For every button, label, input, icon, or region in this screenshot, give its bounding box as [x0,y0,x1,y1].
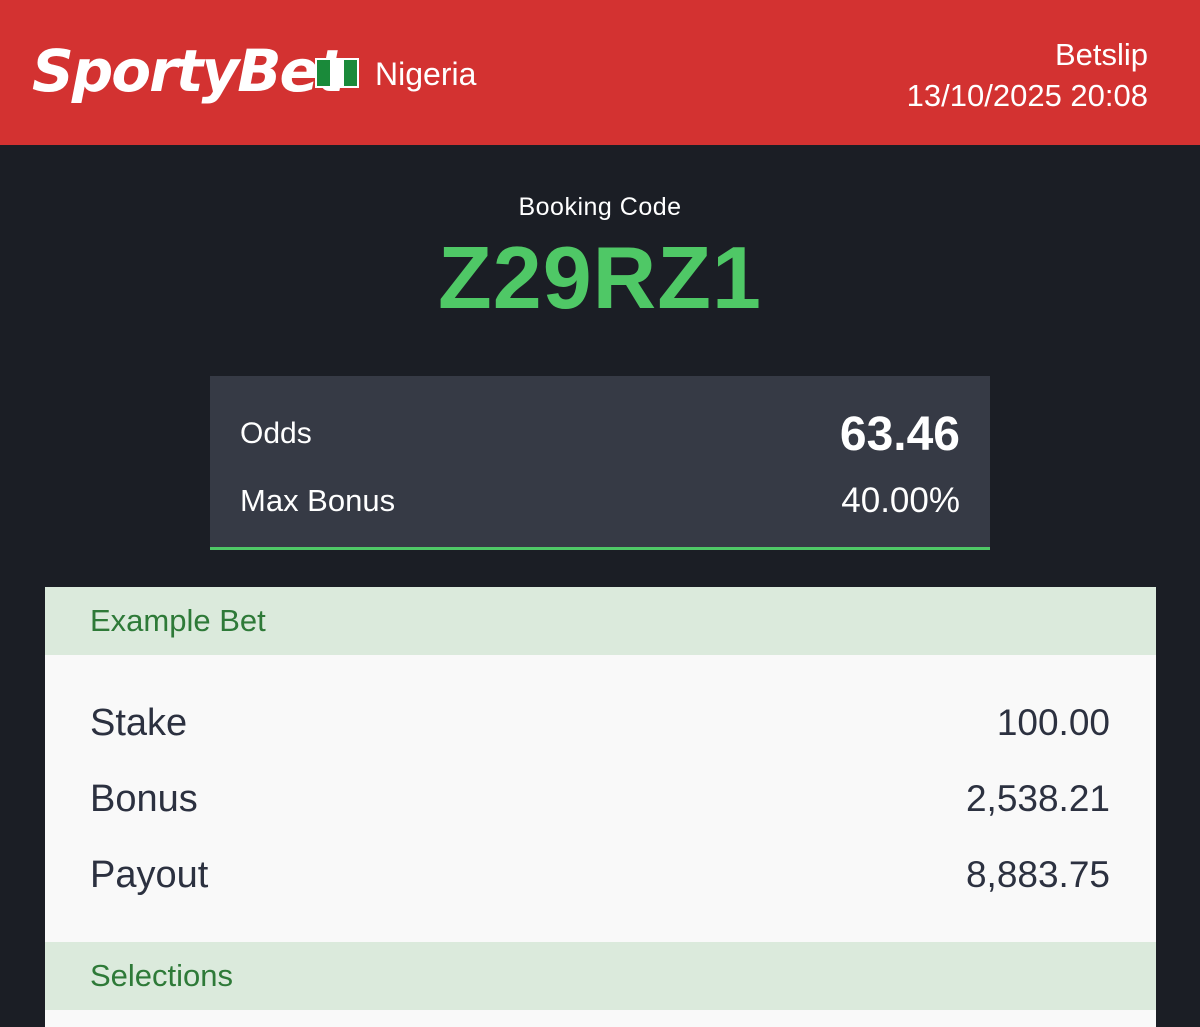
bonus-row: Bonus 2,538.21 [90,774,1110,824]
sportybet-logo[interactable]: SportyBet [32,36,345,106]
page-label: Betslip [1054,37,1148,72]
max-bonus-row: Max Bonus 40.00% [240,476,960,526]
odds-value: 63.46 [839,407,960,461]
nigeria-flag-icon [315,58,359,88]
max-bonus-label: Max Bonus [240,483,396,518]
booking-code: Z29RZ1 [438,228,762,327]
odds-label: Odds [240,417,312,450]
country-label: Nigeria [375,56,477,92]
stake-label: Stake [90,701,188,744]
payout-label: Payout [90,853,209,896]
odds-row: Odds 63.46 [240,406,960,462]
selections-heading: Selections [45,942,1156,1010]
betslip-datetime: 13/10/2025 20:08 [906,78,1148,113]
payout-value: 8,883.75 [965,854,1110,895]
app-header: SportyBet Nigeria Betslip 13/10/2025 20:… [0,0,1200,145]
max-bonus-value: 40.00% [841,481,960,520]
booking-code-label: Booking Code [518,193,682,221]
betslip-info: Betslip 13/10/2025 20:08 [907,34,1148,116]
example-bet-panel: Example Bet Stake 100.00 Bonus 2,538.21 … [45,587,1156,1027]
payout-row: Payout 8,883.75 [90,850,1110,900]
stake-row: Stake 100.00 [90,698,1110,748]
stake-value: 100.00 [996,702,1110,743]
odds-summary-card: Odds 63.46 Max Bonus 40.00% [210,376,990,550]
example-bet-heading: Example Bet [45,587,1156,655]
bonus-label: Bonus [90,777,198,820]
bonus-value: 2,538.21 [965,778,1110,819]
